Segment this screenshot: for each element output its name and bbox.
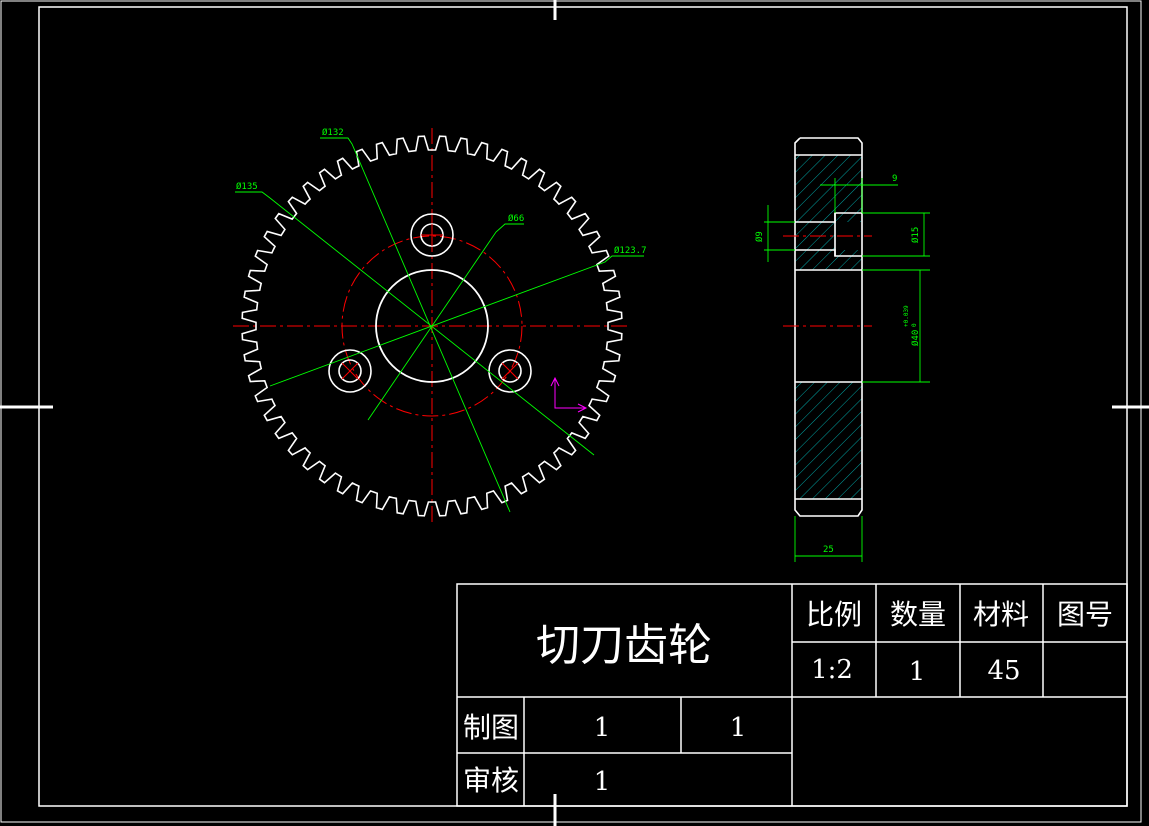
label-checked: 审核: [463, 764, 519, 797]
gear-section-view: 9 Ø9 Ø15 Ø40 +0.039 0 25: [754, 137, 930, 562]
dim-d123-7: Ø123.7: [614, 245, 647, 256]
drawing-title: 切刀齿轮: [536, 620, 712, 671]
header-scale: 比例: [806, 598, 862, 631]
bolt-hole-right: [488, 349, 532, 393]
dim-d135: Ø135: [236, 181, 258, 192]
ucs-icon: [550, 376, 588, 413]
dim-d132: Ø132: [322, 127, 344, 138]
hatch-top-rim: [795, 155, 862, 222]
hatch-top-hub2: [795, 250, 862, 270]
value-drawn-1: 1: [594, 713, 611, 743]
dim-d40-tol-lower: 0: [911, 323, 918, 327]
hatch-bottom: [795, 382, 862, 499]
header-material: 材料: [973, 598, 1029, 631]
value-qty: 1: [909, 657, 926, 687]
dim-w25: 25: [823, 545, 834, 555]
outer-border: [0, 0, 1142, 823]
gear-front-view: Ø132 Ø135 Ø66 Ø123.7: [233, 127, 647, 523]
value-checked-1: 1: [594, 767, 611, 797]
value-drawn-2: 1: [730, 713, 747, 743]
dim-d40: Ø40: [910, 330, 921, 346]
header-qty: 数量: [890, 598, 946, 631]
value-scale: 1:2: [811, 655, 853, 685]
cad-drawing: Ø132 Ø135 Ø66 Ø123.7 9 Ø9 Ø15 Ø40 +0.039…: [0, 0, 1149, 826]
dim-d9: Ø9: [754, 231, 765, 242]
value-material: 45: [987, 656, 1020, 686]
center-lines: [233, 128, 630, 523]
title-block: 切刀齿轮 比例 数量 材料 图号 1:2 1 45 制图 1 1 审核 1: [456, 583, 1128, 807]
label-drawn: 制图: [463, 711, 519, 744]
dim-d66: Ø66: [508, 213, 524, 224]
header-drawing-no: 图号: [1057, 598, 1113, 631]
centering-marks: [0, 0, 1149, 826]
dim-d40-tol-upper: +0.039: [903, 305, 910, 327]
dim-d15: Ø15: [910, 227, 921, 243]
diameter-leaders: [235, 137, 644, 513]
dim-w9: 9: [892, 174, 897, 184]
